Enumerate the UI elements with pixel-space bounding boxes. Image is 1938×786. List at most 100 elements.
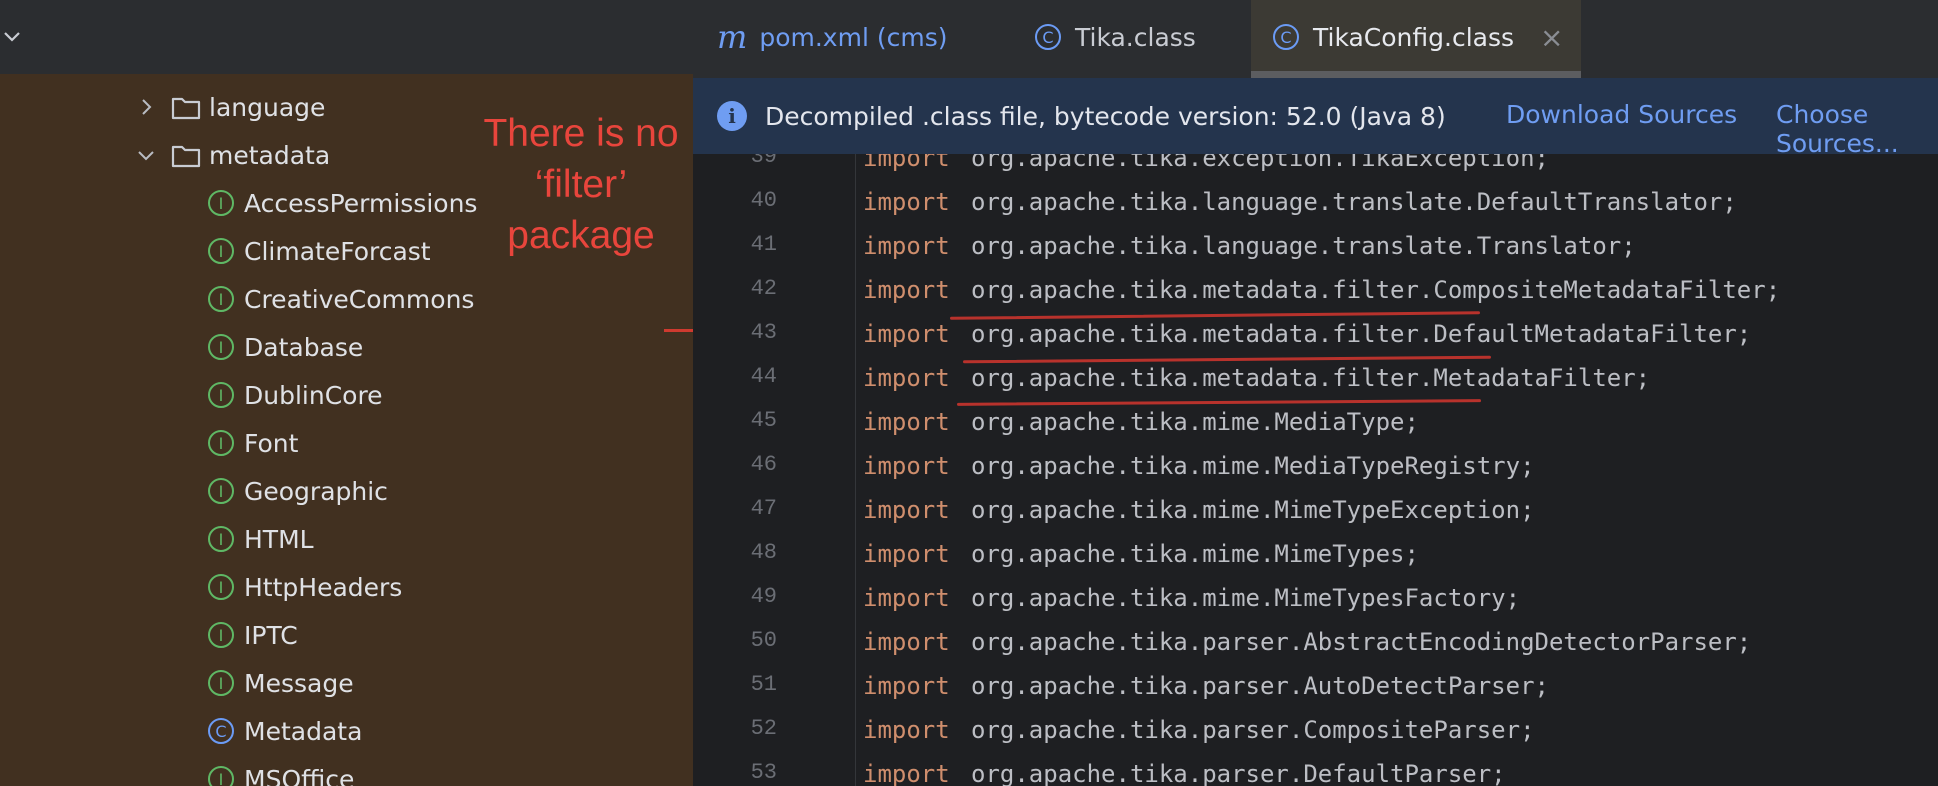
line-number: 52 <box>750 716 777 741</box>
keyword: import <box>863 232 950 260</box>
annotation-arrow-stroke <box>664 329 693 332</box>
code-line: 50 import org.apache.tika.parser.AbstractE… <box>693 628 1938 672</box>
tree-item-label: MSOffice <box>244 764 355 786</box>
code-text: org.apache.tika.mime.MimeTypesFactory; <box>971 584 1521 612</box>
line-number: 42 <box>750 276 777 301</box>
decompiled-banner: i Decompiled .class file, bytecode versi… <box>693 78 1938 156</box>
tab-pom-xml[interactable]: m pom.xml (cms) <box>693 0 1002 74</box>
interface-icon: I <box>208 238 234 264</box>
interface-icon: I <box>208 622 234 648</box>
tree-item[interactable]: I HttpHeaders <box>208 567 402 607</box>
tree-item[interactable]: I IPTC <box>208 615 298 655</box>
active-tab-indicator <box>1251 71 1581 78</box>
chevron-down-icon[interactable] <box>135 144 157 166</box>
keyword: import <box>863 154 950 172</box>
annotation-note: There is no ‘filter’ package <box>470 108 692 261</box>
tree-item[interactable]: I AccessPermissions <box>208 183 477 223</box>
code-line: 49 import org.apache.tika.mime.MimeTypesFa… <box>693 584 1938 628</box>
code-line: 45 import org.apache.tika.mime.MediaType; <box>693 408 1938 452</box>
keyword: import <box>863 320 950 348</box>
tree-item-label: HttpHeaders <box>244 572 403 602</box>
keyword: import <box>863 716 950 744</box>
class-icon: C <box>1273 24 1299 50</box>
code-text: org.apache.tika.mime.MimeTypeException; <box>971 496 1535 524</box>
code-line: 52 import org.apache.tika.parser.Composite… <box>693 716 1938 760</box>
tree-folder-label: metadata <box>209 140 331 170</box>
interface-icon: I <box>208 286 234 312</box>
tree-item-label: HTML <box>244 524 314 554</box>
keyword: import <box>863 628 950 656</box>
tree-item[interactable]: I Message <box>208 663 354 703</box>
chevron-down-icon[interactable] <box>2 24 22 48</box>
code-text: org.apache.tika.parser.AbstractEncodingD… <box>971 628 1752 656</box>
download-sources-link[interactable]: Download Sources <box>1506 100 1737 129</box>
line-number: 53 <box>750 760 777 785</box>
chevron-right-icon[interactable] <box>135 96 157 118</box>
annotation-line: There is no <box>483 112 679 155</box>
tree-item[interactable]: I Font <box>208 423 298 463</box>
tab-tikaconfig-class[interactable]: C TikaConfig.class × <box>1251 0 1581 74</box>
code-line: 46 import org.apache.tika.mime.MediaTypeRe… <box>693 452 1938 496</box>
choose-sources-link[interactable]: Choose Sources... <box>1776 100 1938 158</box>
line-number: 39 <box>750 154 777 169</box>
tab-tika-class[interactable]: C Tika.class <box>1002 0 1251 74</box>
interface-icon: I <box>208 526 234 552</box>
tree-item-label: Message <box>244 668 354 698</box>
tab-label: Tika.class <box>1075 22 1196 52</box>
tree-item[interactable]: I HTML <box>208 519 314 559</box>
project-panel-header <box>0 0 693 74</box>
line-number: 41 <box>750 232 777 257</box>
banner-message: Decompiled .class file, bytecode version… <box>765 101 1446 131</box>
interface-icon: I <box>208 382 234 408</box>
annotation-line: ‘filter’ <box>534 163 628 206</box>
keyword: import <box>863 364 950 392</box>
code-line: 53 import org.apache.tika.parser.DefaultPa… <box>693 760 1938 786</box>
tree-item-label: ClimateForcast <box>244 236 431 266</box>
tree-item-label: CreativeCommons <box>244 284 475 314</box>
tree-item-label: Metadata <box>244 716 363 746</box>
keyword: import <box>863 188 950 216</box>
project-tree-panel: language metadata I AccessPermissions I Cl… <box>0 0 693 786</box>
tree-item[interactable]: I DublinCore <box>208 375 383 415</box>
tree-item[interactable]: I Geographic <box>208 471 388 511</box>
tree-item[interactable]: I MSOffice <box>208 759 354 786</box>
code-editor[interactable]: 39 import org.apache.tika.exception.TikaEx… <box>693 154 1938 786</box>
tree-item-label: Database <box>244 332 364 362</box>
line-number: 47 <box>750 496 777 521</box>
annotation-line: package <box>507 214 655 257</box>
maven-m-icon: m <box>717 18 748 56</box>
tree-item[interactable]: C Metadata <box>208 711 362 751</box>
close-icon[interactable]: × <box>1540 21 1563 54</box>
line-number: 43 <box>750 320 777 345</box>
tree-item[interactable]: I Database <box>208 327 363 367</box>
line-number: 48 <box>750 540 777 565</box>
tab-label: TikaConfig.class <box>1313 22 1515 52</box>
keyword: import <box>863 276 950 304</box>
code-text: org.apache.tika.metadata.filter.DefaultM… <box>971 320 1752 348</box>
code-line: 48 import org.apache.tika.mime.MimeTypes; <box>693 540 1938 584</box>
line-number: 45 <box>750 408 777 433</box>
code-text: org.apache.tika.metadata.filter.Metadata… <box>971 364 1651 392</box>
keyword: import <box>863 496 950 524</box>
interface-icon: I <box>208 766 234 786</box>
tree-item-label: Font <box>244 428 299 458</box>
line-number: 40 <box>750 188 777 213</box>
code-text: org.apache.tika.language.translate.Defau… <box>971 188 1737 216</box>
interface-icon: I <box>208 574 234 600</box>
code-text: org.apache.tika.mime.MediaType; <box>971 408 1419 436</box>
code-line: 40 import org.apache.tika.language.transla… <box>693 188 1938 232</box>
tree-folder-metadata[interactable]: metadata <box>135 135 330 175</box>
code-text: org.apache.tika.parser.AutoDetectParser; <box>971 672 1549 700</box>
tree-item[interactable]: I CreativeCommons <box>208 279 474 319</box>
tree-item-label: Geographic <box>244 476 388 506</box>
info-icon: i <box>717 101 747 131</box>
tree-item[interactable]: I ClimateForcast <box>208 231 431 271</box>
tree-folder-language[interactable]: language <box>135 87 325 127</box>
keyword: import <box>863 672 950 700</box>
tab-label: pom.xml (cms) <box>759 22 948 52</box>
code-text: org.apache.tika.mime.MediaTypeRegistry; <box>971 452 1535 480</box>
code-text: org.apache.tika.exception.TikaException; <box>971 154 1549 172</box>
keyword: import <box>863 540 950 568</box>
code-line: 41 import org.apache.tika.language.transla… <box>693 232 1938 276</box>
keyword: import <box>863 408 950 436</box>
